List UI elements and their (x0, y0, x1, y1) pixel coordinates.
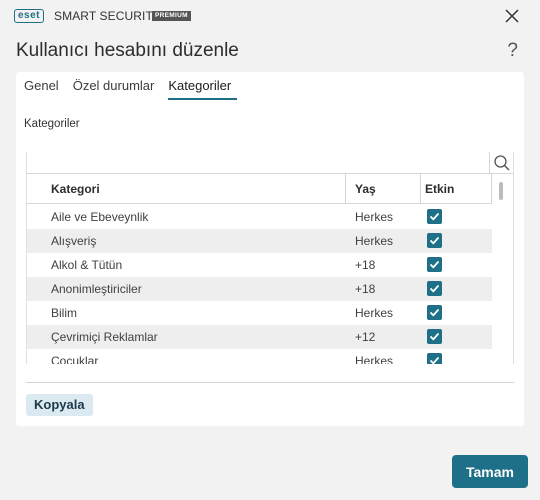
column-header-enabled[interactable]: Etkin (425, 174, 454, 204)
eset-logo: eset (14, 9, 45, 23)
column-divider (491, 174, 492, 204)
dialog-title: Kullanıcı hesabını düzenle (16, 40, 239, 61)
table-scrollbar[interactable] (499, 182, 503, 200)
age-cell: Herkes (355, 210, 394, 224)
section-label: Kategoriler (24, 118, 80, 130)
close-icon (505, 9, 519, 23)
table-body: Aile ve Ebeveynlik Herkes Alışveriş Herk… (27, 205, 492, 364)
age-cell: +12 (355, 330, 376, 344)
settings-panel: Genel Özel durumlar Kategoriler Kategori… (16, 72, 524, 426)
search-button[interactable] (493, 154, 511, 172)
checkmark-icon (429, 236, 440, 245)
category-cell: Çocuklar (51, 354, 99, 364)
enabled-checkbox[interactable] (427, 305, 442, 320)
checkmark-icon (429, 260, 440, 269)
age-cell: Herkes (355, 234, 394, 248)
checkmark-icon (429, 308, 440, 317)
age-cell: +18 (355, 282, 376, 296)
checkmark-icon (429, 332, 440, 341)
enabled-checkbox[interactable] (427, 257, 442, 272)
copy-button[interactable]: Kopyala (26, 394, 93, 416)
checkmark-icon (429, 284, 440, 293)
table-row[interactable]: Çevrimiçi Reklamlar +12 (27, 325, 492, 349)
search-icon (494, 155, 510, 171)
category-cell: Bilim (51, 306, 77, 320)
table-row[interactable]: Alışveriş Herkes (27, 229, 492, 253)
column-header-category[interactable]: Kategori (51, 174, 100, 204)
title-bar: eset SMART SECURITY PREMIUM (0, 0, 540, 32)
enabled-checkbox[interactable] (427, 209, 442, 224)
search-divider (489, 152, 490, 174)
divider (26, 382, 514, 383)
tab-ozel-durumlar[interactable]: Özel durumlar (73, 78, 163, 100)
age-cell: +18 (355, 258, 376, 272)
column-header-age[interactable]: Yaş (355, 174, 376, 204)
close-button[interactable] (502, 6, 522, 26)
table-row[interactable]: Anonimleştiriciler +18 (27, 277, 492, 301)
category-table: Kategori Yaş Etkin Aile ve Ebeveynlik He… (26, 152, 514, 364)
enabled-checkbox[interactable] (427, 281, 442, 296)
tab-genel[interactable]: Genel (24, 78, 67, 100)
enabled-checkbox[interactable] (427, 329, 442, 344)
category-cell: Çevrimiçi Reklamlar (51, 330, 158, 344)
table-row[interactable]: Çocuklar Herkes (27, 349, 492, 364)
table-search-bar[interactable] (27, 152, 513, 174)
checkmark-icon (429, 212, 440, 221)
age-cell: Herkes (355, 354, 394, 364)
category-cell: Anonimleştiriciler (51, 282, 142, 296)
category-cell: Alkol & Tütün (51, 258, 123, 272)
logo-text: eset (18, 10, 41, 21)
edition-badge: PREMIUM (152, 11, 191, 21)
age-cell: Herkes (355, 306, 394, 320)
help-button[interactable]: ? (507, 40, 518, 62)
enabled-checkbox[interactable] (427, 353, 442, 364)
column-divider (345, 174, 346, 204)
category-cell: Alışveriş (51, 234, 97, 248)
table-row[interactable]: Bilim Herkes (27, 301, 492, 325)
tab-bar: Genel Özel durumlar Kategoriler (24, 78, 243, 100)
table-row[interactable]: Aile ve Ebeveynlik Herkes (27, 205, 492, 229)
ok-button[interactable]: Tamam (452, 455, 528, 488)
table-row[interactable]: Alkol & Tütün +18 (27, 253, 492, 277)
tab-kategoriler[interactable]: Kategoriler (168, 78, 238, 100)
category-cell: Aile ve Ebeveynlik (51, 210, 149, 224)
column-divider (420, 174, 421, 204)
enabled-checkbox[interactable] (427, 233, 442, 248)
product-name: SMART SECURITY (54, 9, 161, 23)
table-header: Kategori Yaş Etkin (27, 174, 492, 204)
checkmark-icon (429, 356, 440, 364)
